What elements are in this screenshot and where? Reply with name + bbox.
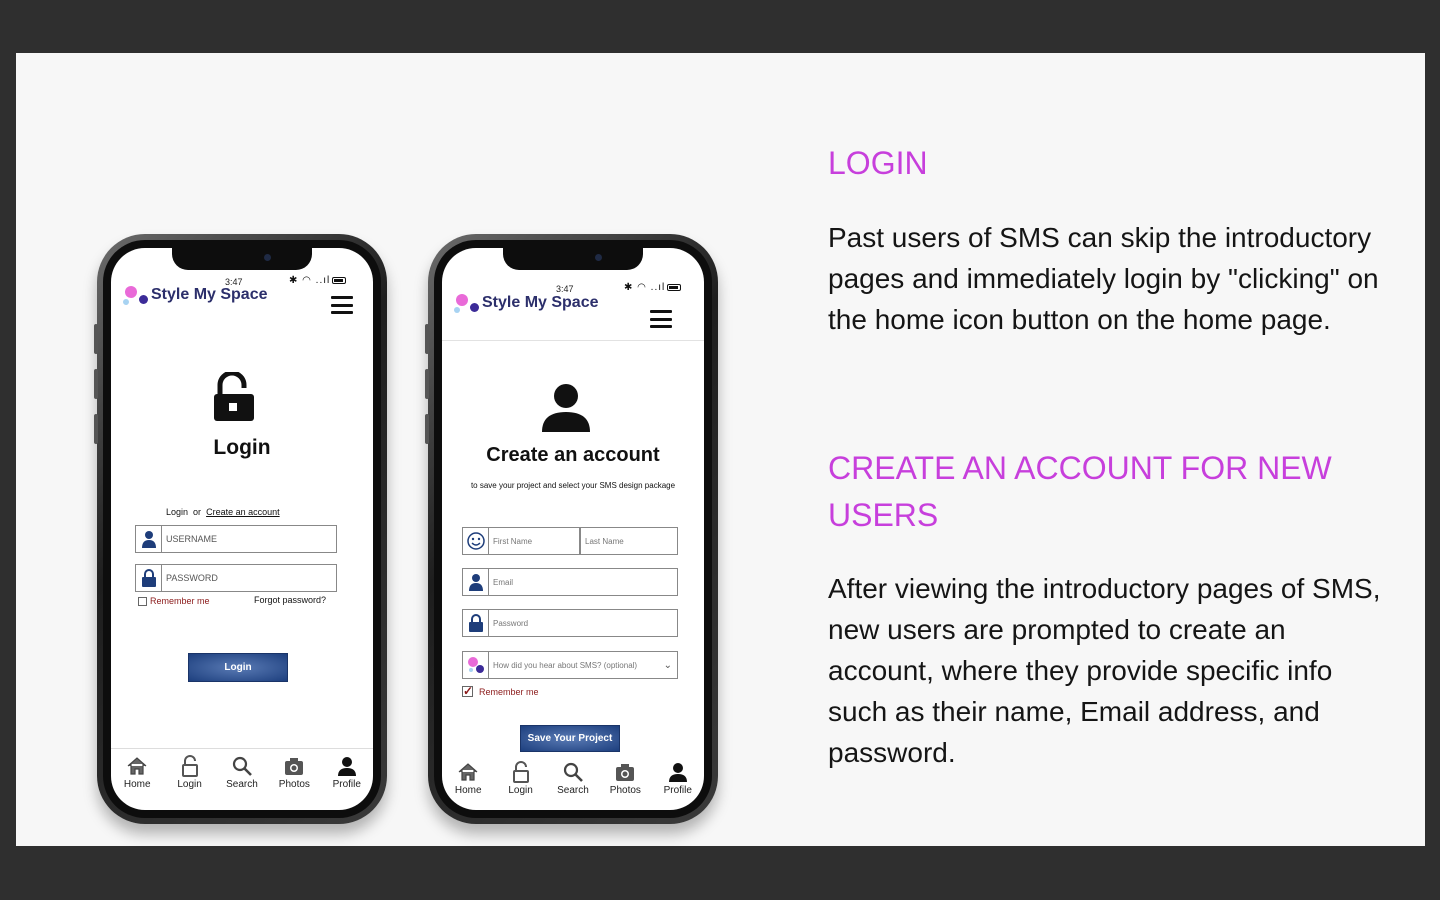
save-project-button[interactable]: Save Your Project (520, 725, 620, 752)
brand-name: Style My Space (151, 286, 268, 303)
login-button[interactable]: Login (188, 653, 288, 682)
tab-search[interactable]: Search (218, 755, 266, 790)
unlock-icon (181, 755, 198, 777)
tab-login-label: Login (508, 785, 533, 796)
profile-icon (668, 763, 687, 782)
home-icon (127, 757, 147, 775)
create-account-description: After viewing the introductory pages of … (828, 573, 1381, 768)
email-field[interactable]: Email (462, 568, 678, 596)
search-icon (563, 762, 583, 782)
status-icons: ✱ ◠ ..ıl (289, 275, 347, 286)
tab-home[interactable]: Home (444, 761, 492, 796)
login-description: Past users of SMS can skip the introduct… (828, 222, 1379, 335)
status-icons: ✱ ◠ ..ıl (624, 282, 682, 293)
tab-home[interactable]: Home (113, 755, 161, 790)
email-placeholder: Email (493, 577, 514, 587)
first-name-field[interactable]: First Name (462, 527, 580, 555)
page-title: Login (213, 436, 271, 459)
lock-icon (136, 565, 162, 591)
smiley-icon (463, 528, 489, 554)
first-name-placeholder: First Name (493, 536, 533, 546)
tab-profile[interactable]: Profile (654, 761, 702, 796)
camera-icon (285, 758, 304, 775)
login-heading: LOGIN (828, 145, 928, 181)
login-or-row: Login or Create an account (166, 507, 280, 517)
chevron-down-icon: ⌄ (663, 659, 672, 671)
unlock-icon (512, 761, 529, 783)
tab-bar: Home Login Search Photos Profile (111, 748, 373, 790)
page-title: Create an account (486, 444, 660, 466)
or-label: or (193, 507, 202, 517)
search-icon (232, 756, 252, 776)
tab-login[interactable]: Login (166, 755, 214, 790)
remember-checkbox[interactable] (138, 597, 147, 606)
remember-label: Remember me (479, 687, 539, 697)
tab-search-label: Search (557, 785, 589, 796)
brand-name: Style My Space (482, 294, 599, 311)
referral-placeholder: How did you hear about SMS? (optional) (493, 660, 638, 670)
brand-dots-icon (463, 652, 489, 678)
page-subtitle: to save your project and select your SMS… (470, 481, 676, 490)
create-account-link[interactable]: Create an account (206, 507, 280, 517)
tab-profile-label: Profile (663, 785, 692, 796)
tab-photos[interactable]: Photos (601, 761, 649, 796)
tab-search[interactable]: Search (549, 761, 597, 796)
brand-logo: Style My Space (454, 292, 599, 314)
user-icon (136, 526, 162, 552)
password-field[interactable]: PASSWORD (135, 564, 337, 592)
tab-photos-label: Photos (609, 785, 641, 796)
brand-dots-icon (123, 284, 148, 306)
tab-home-label: Home (123, 779, 151, 790)
login-label: Login (166, 507, 189, 517)
menu-icon[interactable] (331, 296, 353, 314)
tab-photos[interactable]: Photos (270, 755, 318, 790)
login-screen: 3:47 ✱ ◠ ..ıl Style My Space Login Login… (111, 248, 373, 810)
password-placeholder: Password (493, 618, 529, 628)
username-field[interactable]: USERNAME (135, 525, 337, 553)
tab-bar: Home Login Search Photos Profile (442, 755, 704, 796)
user-icon (463, 569, 489, 595)
profile-avatar-icon (540, 382, 592, 437)
unlock-icon (212, 370, 256, 427)
referral-select[interactable]: How did you hear about SMS? (optional) ⌄ (462, 651, 678, 679)
lock-icon (463, 610, 489, 636)
tab-profile-label: Profile (332, 779, 361, 790)
brand-dots-icon (454, 292, 479, 314)
phone-login: 3:47 ✱ ◠ ..ıl Style My Space Login Login… (94, 234, 387, 824)
password-placeholder: PASSWORD (166, 573, 218, 583)
tab-login[interactable]: Login (497, 761, 545, 796)
remember-checkbox[interactable]: ✓ (462, 685, 473, 697)
profile-icon (337, 757, 356, 776)
username-placeholder: USERNAME (166, 534, 218, 544)
phone-create-account: 3:47 ✱ ◠ ..ıl Style My Space Create an a… (425, 234, 718, 824)
create-account-screen: 3:47 ✱ ◠ ..ıl Style My Space Create an a… (442, 248, 704, 810)
create-account-heading: CREATE AN ACCOUNT FOR NEW USERS (828, 450, 1332, 533)
menu-icon[interactable] (650, 310, 672, 328)
forgot-password-link[interactable]: Forgot password? (254, 595, 326, 605)
tab-photos-label: Photos (278, 779, 310, 790)
tab-login-label: Login (177, 779, 202, 790)
last-name-placeholder: Last Name (585, 536, 624, 546)
tab-profile[interactable]: Profile (323, 755, 371, 790)
password-field[interactable]: Password (462, 609, 678, 637)
tab-home-label: Home (454, 785, 482, 796)
last-name-field[interactable]: Last Name (580, 527, 678, 555)
home-icon (458, 763, 478, 781)
remember-label: Remember me (150, 596, 210, 606)
brand-logo: Style My Space (123, 284, 268, 306)
tab-search-label: Search (226, 779, 258, 790)
camera-icon (616, 764, 635, 781)
